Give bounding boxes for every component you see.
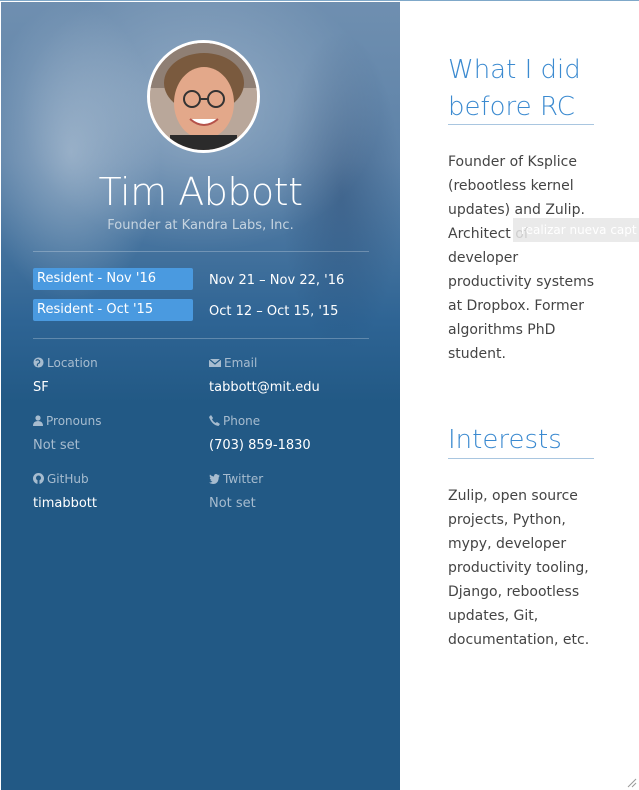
section-heading-before-rc: What I did before RC <box>448 55 581 122</box>
section-heading-interests: Interests <box>448 425 562 455</box>
batch-dates: Oct 12 – Oct 15, '15 <box>209 304 339 319</box>
batch-badge[interactable]: Resident - Oct '15 <box>33 299 193 321</box>
github-icon <box>33 473 44 484</box>
twitter-icon <box>209 474 220 484</box>
location-value: SF <box>33 380 49 395</box>
batch-dates: Nov 21 – Nov 22, '16 <box>209 273 345 288</box>
avatar-portrait <box>150 43 257 150</box>
heading-rule <box>448 458 594 459</box>
pronouns-value: Not set <box>33 438 80 453</box>
user-icon <box>33 415 43 426</box>
divider <box>33 251 369 252</box>
phone-value[interactable]: (703) 859-1830 <box>209 438 311 453</box>
avatar <box>147 40 260 153</box>
overlay-tooltip: realizar nueva capt <box>513 218 639 242</box>
envelope-icon <box>208 358 222 367</box>
email-label: Email <box>208 356 257 370</box>
phone-icon <box>209 415 220 426</box>
profile-title: Founder at Kandra Labs, Inc. <box>107 218 294 233</box>
globe-icon <box>33 357 44 368</box>
divider <box>33 338 369 339</box>
twitter-label: Twitter <box>209 472 263 486</box>
github-label: GitHub <box>33 472 89 486</box>
email-value[interactable]: tabbott@mit.edu <box>209 380 320 395</box>
phone-label: Phone <box>209 414 260 428</box>
github-value[interactable]: timabbott <box>33 496 97 511</box>
section-text-before-rc: Founder of Ksplice (rebootless kernel up… <box>448 154 595 362</box>
location-label: Location <box>33 356 98 370</box>
batch-badge[interactable]: Resident - Nov '16 <box>33 268 193 290</box>
twitter-value: Not set <box>209 496 256 511</box>
section-text-interests: Zulip, open source projects, Python, myp… <box>448 488 590 648</box>
pronouns-label: Pronouns <box>33 414 101 428</box>
resize-handle-icon[interactable] <box>627 778 637 788</box>
profile-panel: Tim Abbott Founder at Kandra Labs, Inc. … <box>1 2 400 790</box>
heading-rule <box>448 124 594 125</box>
profile-name: Tim Abbott <box>98 170 303 214</box>
top-border <box>0 0 639 1</box>
